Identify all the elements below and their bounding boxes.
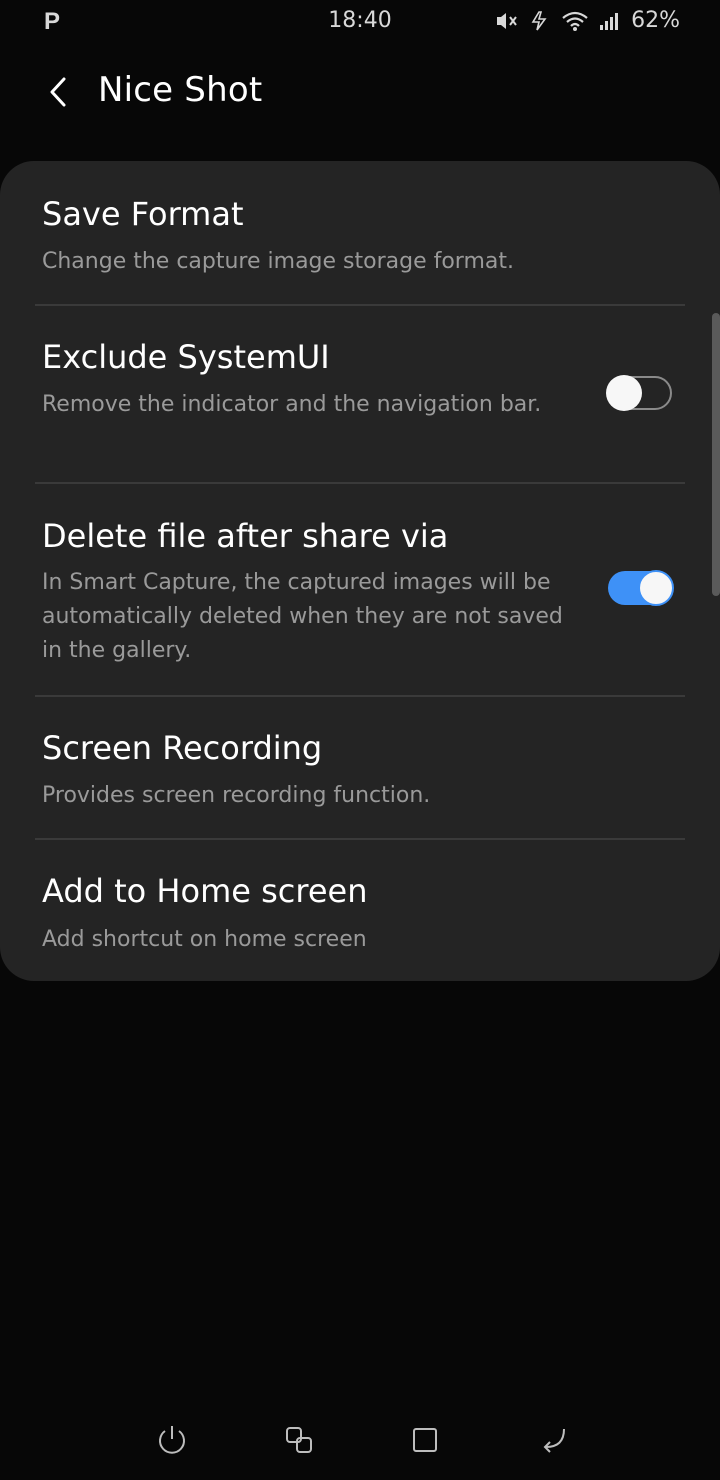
exclude-systemui-toggle[interactable]: [606, 375, 672, 411]
settings-card: Save Format Change the capture image sto…: [0, 161, 720, 981]
setting-exclude-systemui[interactable]: Exclude SystemUI Remove the indicator an…: [0, 306, 720, 484]
signal-icon: [600, 12, 619, 30]
setting-add-to-home[interactable]: Add to Home screen Add shortcut on home …: [0, 840, 720, 981]
back-button[interactable]: [38, 72, 78, 112]
setting-delete-after-share[interactable]: Delete file after share via In Smart Cap…: [0, 484, 720, 696]
app-header: Nice Shot: [0, 60, 720, 130]
setting-title: Screen Recording: [42, 729, 323, 767]
navigation-bar: [0, 1400, 720, 1480]
page-title: Nice Shot: [98, 70, 263, 110]
multiwindow-button[interactable]: [279, 1420, 319, 1460]
scrollbar[interactable]: [712, 313, 720, 596]
status-icons: 62%: [495, 8, 680, 33]
setting-title: Add to Home screen: [42, 872, 368, 910]
data-saver-icon: [531, 10, 547, 30]
toggle-knob: [638, 570, 674, 606]
chevron-left-icon: [50, 77, 66, 107]
setting-description: In Smart Capture, the captured images wi…: [42, 570, 563, 663]
battery-percent: 62%: [631, 8, 680, 33]
setting-title: Delete file after share via: [42, 517, 449, 555]
setting-title: Save Format: [42, 195, 244, 233]
setting-description: Provides screen recording function.: [42, 783, 431, 808]
back-return-icon: [543, 1428, 565, 1453]
wifi-icon: [562, 11, 588, 31]
setting-description: Change the capture image storage format.: [42, 249, 515, 274]
mute-icon: [497, 12, 517, 29]
home-button[interactable]: [405, 1420, 445, 1460]
setting-save-format[interactable]: Save Format Change the capture image sto…: [0, 161, 720, 305]
power-button[interactable]: [152, 1420, 192, 1460]
setting-title: Exclude SystemUI: [42, 338, 330, 376]
multiwindow-icon: [286, 1427, 312, 1453]
toggle-knob: [606, 375, 642, 411]
back-nav-button[interactable]: [533, 1420, 573, 1460]
power-icon: [159, 1426, 185, 1454]
setting-screen-recording[interactable]: Screen Recording Provides screen recordi…: [0, 697, 720, 839]
setting-description: Remove the indicator and the navigation …: [42, 392, 542, 417]
home-icon: [413, 1428, 437, 1452]
setting-description: Add shortcut on home screen: [42, 927, 367, 952]
delete-after-share-toggle[interactable]: [608, 570, 674, 606]
status-bar: P 18:40 62%: [0, 0, 720, 44]
